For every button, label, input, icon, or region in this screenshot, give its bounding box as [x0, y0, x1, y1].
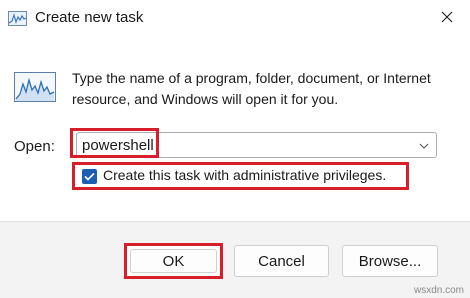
open-combobox[interactable]: [76, 132, 437, 158]
browse-button[interactable]: Browse...: [342, 245, 438, 277]
ok-button-label: OK: [162, 252, 185, 270]
checkmark-icon: [84, 172, 95, 181]
run-icon: [8, 11, 27, 26]
close-icon: [441, 10, 453, 28]
admin-checkbox-label[interactable]: Create this task with administrative pri…: [103, 167, 386, 183]
cancel-button[interactable]: Cancel: [234, 245, 329, 277]
dropdown-button[interactable]: [412, 133, 436, 157]
instruction-text: Type the name of a program, folder, docu…: [72, 70, 431, 107]
open-label: Open:: [14, 138, 55, 155]
open-input[interactable]: [77, 133, 412, 157]
browse-button-label: Browse...: [358, 252, 422, 270]
close-button[interactable]: [424, 0, 470, 38]
chevron-down-icon: [419, 136, 429, 154]
window-title: Create new task: [35, 9, 144, 26]
admin-privileges-row[interactable]: Create this task with administrative pri…: [72, 162, 409, 190]
run-graph-icon: [14, 72, 56, 102]
title-bar: Create new task: [0, 0, 470, 40]
button-bar: OK Cancel Browse... wsxdn.com: [0, 221, 470, 298]
create-new-task-dialog: Create new task Type the name of a progr…: [0, 0, 470, 298]
watermark: wsxdn.com: [413, 285, 464, 296]
ok-button[interactable]: OK: [124, 243, 223, 279]
admin-checkbox[interactable]: [82, 169, 97, 184]
cancel-button-label: Cancel: [258, 252, 305, 270]
